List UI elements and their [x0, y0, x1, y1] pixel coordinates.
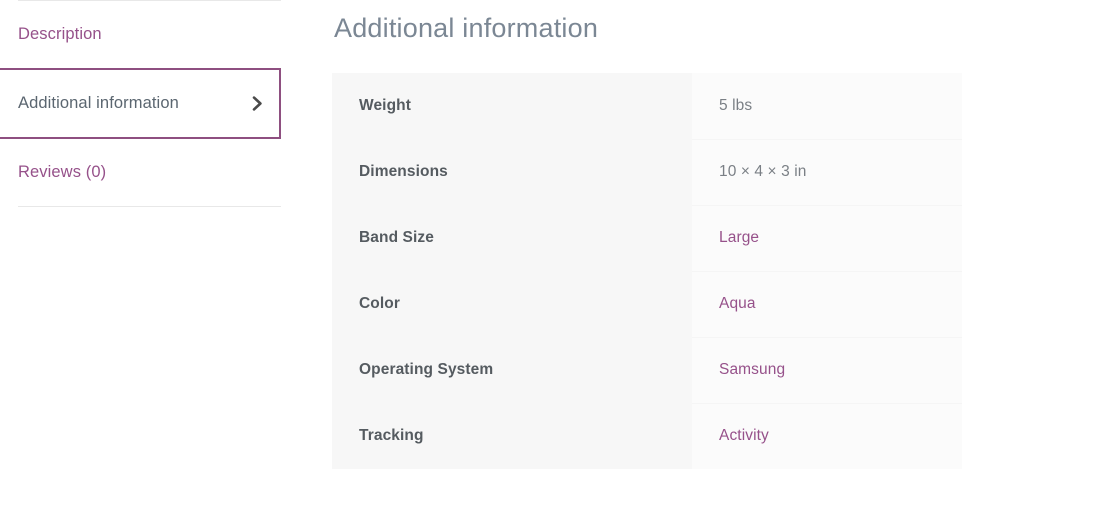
attribute-value[interactable]: Aqua — [692, 271, 962, 338]
tab-reviews[interactable]: Reviews (0) — [18, 139, 281, 206]
tab-description[interactable]: Description — [18, 1, 281, 68]
table-row: Color Aqua — [332, 271, 962, 338]
product-tabs-nav: Description Additional information Revie… — [0, 0, 281, 207]
product-tabs-page: Description Additional information Revie… — [0, 0, 1096, 511]
chevron-right-icon — [252, 70, 263, 137]
product-attributes-body: Weight 5 lbs Dimensions 10 × 4 × 3 in Ba… — [332, 73, 962, 469]
attribute-value: 5 lbs — [692, 73, 962, 140]
attribute-label: Tracking — [332, 403, 692, 469]
table-row: Weight 5 lbs — [332, 73, 962, 140]
additional-information-panel: Additional information Weight 5 lbs Dime… — [332, 0, 962, 469]
attribute-label: Color — [332, 271, 692, 337]
tab-additional-information-label: Additional information — [18, 94, 179, 113]
tab-description-label: Description — [18, 25, 102, 44]
attribute-value[interactable]: Samsung — [692, 337, 962, 404]
table-row: Operating System Samsung — [332, 337, 962, 404]
attribute-value[interactable]: Large — [692, 205, 962, 272]
attribute-value[interactable]: Activity — [692, 403, 962, 469]
attribute-label: Dimensions — [332, 139, 692, 205]
table-row: Tracking Activity — [332, 403, 962, 469]
attribute-label: Band Size — [332, 205, 692, 271]
attribute-label: Weight — [332, 73, 692, 139]
table-row: Dimensions 10 × 4 × 3 in — [332, 139, 962, 206]
product-attributes-table: Weight 5 lbs Dimensions 10 × 4 × 3 in Ba… — [332, 73, 962, 469]
tab-additional-information[interactable]: Additional information — [0, 68, 281, 139]
attribute-value: 10 × 4 × 3 in — [692, 139, 962, 206]
table-row: Band Size Large — [332, 205, 962, 272]
attribute-label: Operating System — [332, 337, 692, 403]
tab-reviews-label: Reviews (0) — [18, 163, 107, 182]
page-title: Additional information — [334, 13, 599, 43]
